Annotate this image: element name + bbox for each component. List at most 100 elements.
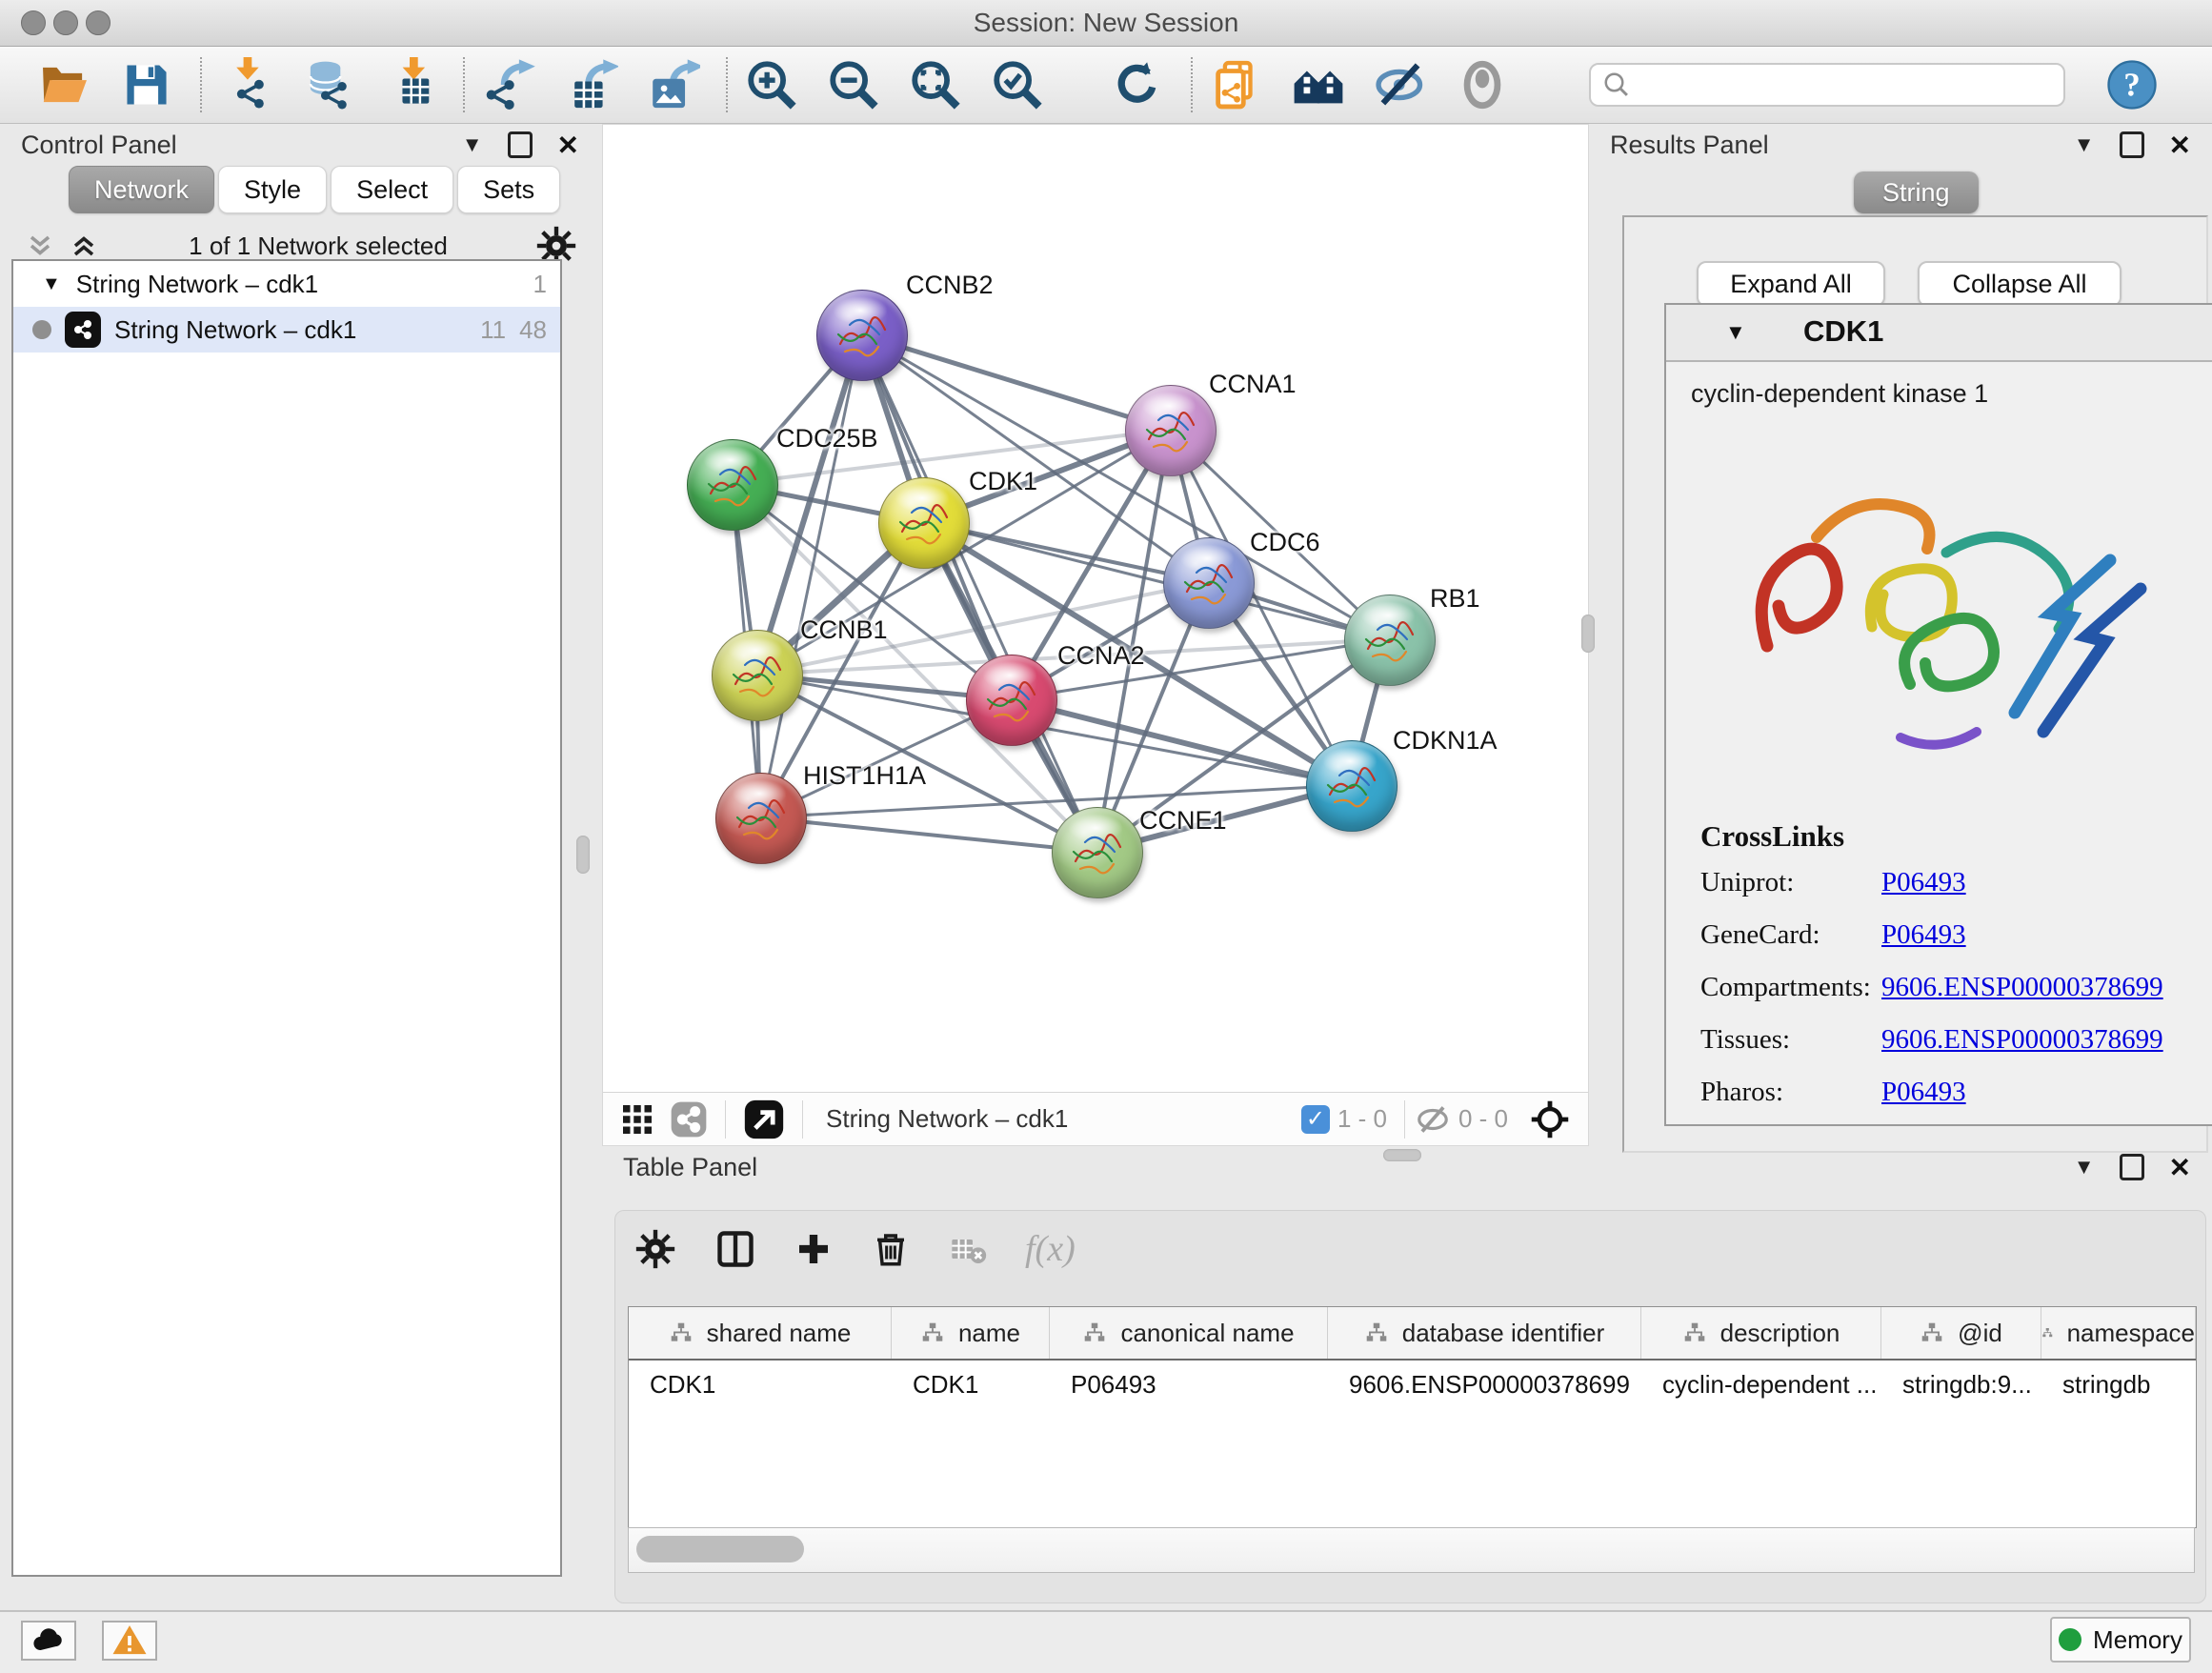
panel-float-icon[interactable] [2120,1154,2144,1180]
tab-style[interactable]: Style [218,166,327,213]
panel-float-icon[interactable] [508,131,533,158]
save-icon[interactable] [116,54,177,115]
network-node-cdkn1a[interactable] [1306,740,1398,832]
column-header-shared-name[interactable]: shared name [629,1307,892,1359]
memory-button[interactable]: Memory [2050,1617,2191,1663]
search-box[interactable] [1589,63,2065,107]
delete-table-icon [949,1230,987,1268]
help-icon[interactable]: ? [2105,58,2159,111]
left-splitter-handle[interactable] [576,836,590,874]
zoom-fit-icon[interactable] [905,54,966,115]
hide-selected-icon[interactable] [1370,54,1431,115]
string-results-box: Expand All Collapse All ▼ CDK1 cyclin-de… [1622,215,2208,1153]
node-label-ccna1: CCNA1 [1209,370,1297,399]
column-header-name[interactable]: name [892,1307,1050,1359]
scrollbar-thumb[interactable] [636,1536,804,1562]
show-all-icon[interactable] [1452,54,1513,115]
open-file-icon[interactable] [34,54,95,115]
crosslink-link[interactable]: 9606.ENSP00000378699 [1881,1024,2163,1056]
export-table-icon[interactable] [560,54,621,115]
network-node-cdc25b[interactable] [687,439,778,531]
refresh-icon[interactable] [1107,54,1168,115]
network-node-ccna1[interactable] [1125,385,1217,476]
network-node-ccnb2[interactable] [816,290,908,381]
tab-network[interactable]: Network [69,166,214,213]
delete-trash-icon[interactable] [871,1229,911,1269]
panel-menu-icon[interactable]: ▼ [2074,132,2095,157]
column-header--id[interactable]: @id [1881,1307,2041,1359]
table-horizontal-scrollbar[interactable] [628,1527,2195,1573]
table-panel: Table Panel ▼ ✕ [602,1146,2212,1610]
fit-selected-crosshair-icon[interactable] [1529,1099,1571,1140]
network-edge[interactable] [861,334,1170,430]
collection-count: 1 [533,270,547,299]
table-row[interactable]: CDK1CDK1P064939606.ENSP00000378699cyclin… [629,1361,2196,1408]
panel-menu-icon[interactable]: ▼ [462,132,483,157]
import-table-icon[interactable] [379,54,440,115]
clone-network-icon[interactable] [1206,54,1267,115]
network-node-ccna2[interactable] [966,655,1057,746]
collapse-all-button[interactable]: Collapse All [1918,261,2122,307]
network-node-cdc6[interactable] [1163,537,1255,629]
tab-select[interactable]: Select [331,166,453,213]
import-network-icon[interactable] [215,54,276,115]
gene-name: CDK1 [1803,314,1883,349]
export-image-icon[interactable] [642,54,703,115]
panel-close-icon[interactable]: ✕ [2169,1152,2191,1183]
string-network-icon [65,312,101,348]
network-node-ccnb1[interactable] [712,630,803,721]
panel-close-icon[interactable]: ✕ [557,130,579,161]
show-column-icon[interactable] [714,1228,756,1270]
node-label-ccnb1: CCNB1 [800,615,888,645]
collection-expand-icon[interactable]: ▼ [42,273,61,295]
titlebar: Session: New Session [0,0,2212,47]
crosslink-link[interactable]: P06493 [1881,1077,1966,1108]
expand-all-networks-icon[interactable] [23,229,57,263]
export-network-icon[interactable] [478,54,539,115]
panel-menu-icon[interactable]: ▼ [2074,1155,2095,1179]
crosslink-link[interactable]: 9606.ENSP00000378699 [1881,972,2163,1003]
expand-all-button[interactable]: Expand All [1697,261,1885,307]
crosslink-link[interactable]: P06493 [1881,867,1966,898]
network-edge[interactable] [760,334,861,817]
table-header-row: shared namenamecanonical namedatabase id… [629,1307,2196,1361]
birds-eye-view-icon[interactable] [743,1099,785,1140]
collapse-all-networks-icon[interactable] [67,229,101,263]
column-header-canonical-name[interactable]: canonical name [1050,1307,1328,1359]
tab-string[interactable]: String [1854,171,1979,213]
network-canvas[interactable]: CCNB2CCNA1CDC25BCDK1CDC6RB1CCNB1CCNA2CDK… [602,124,1589,1146]
add-row-icon[interactable] [794,1230,833,1268]
cloud-status-button[interactable] [21,1621,76,1661]
column-header-database-identifier[interactable]: database identifier [1328,1307,1641,1359]
network-edge[interactable] [760,817,1096,852]
zoom-selected-icon[interactable] [987,54,1048,115]
network-share-view-icon[interactable] [670,1100,708,1139]
collapse-entry-icon[interactable]: ▼ [1725,320,1746,345]
zoom-in-icon[interactable] [741,54,802,115]
table-container: f(x) shared namenamecanonical namedataba… [614,1210,2206,1603]
tab-sets[interactable]: Sets [457,166,560,213]
column-header-description[interactable]: description [1641,1307,1881,1359]
network-node-hist1h1a[interactable] [715,773,807,864]
network-node-count: 11 [480,315,506,345]
warnings-button[interactable] [102,1621,157,1661]
node-details-header[interactable]: ▼ CDK1 [1666,305,2212,362]
control-panel-title: Control Panel [21,131,462,160]
grid-view-icon[interactable] [620,1102,654,1137]
network-node-rb1[interactable] [1344,595,1436,686]
panel-float-icon[interactable] [2120,131,2144,158]
import-database-icon[interactable] [297,54,358,115]
network-collection-row[interactable]: ▼ String Network – cdk1 1 [13,261,560,307]
string-home-icon[interactable] [1288,54,1349,115]
zoom-out-icon[interactable] [823,54,884,115]
selected-nodes-checkbox[interactable]: ✓ [1301,1105,1330,1134]
crosslink-link[interactable]: P06493 [1881,919,1966,951]
search-input[interactable] [1631,70,2054,101]
column-header-namespace[interactable]: namespace [2041,1307,2196,1359]
table-options-gear-icon[interactable] [634,1228,676,1270]
network-node-cdk1[interactable] [878,477,970,569]
network-row-selected[interactable]: String Network – cdk1 11 48 [13,307,560,353]
panel-close-icon[interactable]: ✕ [2169,130,2191,161]
gene-description: cyclin-dependent kinase 1 [1691,379,1988,409]
network-node-ccne1[interactable] [1052,807,1143,898]
